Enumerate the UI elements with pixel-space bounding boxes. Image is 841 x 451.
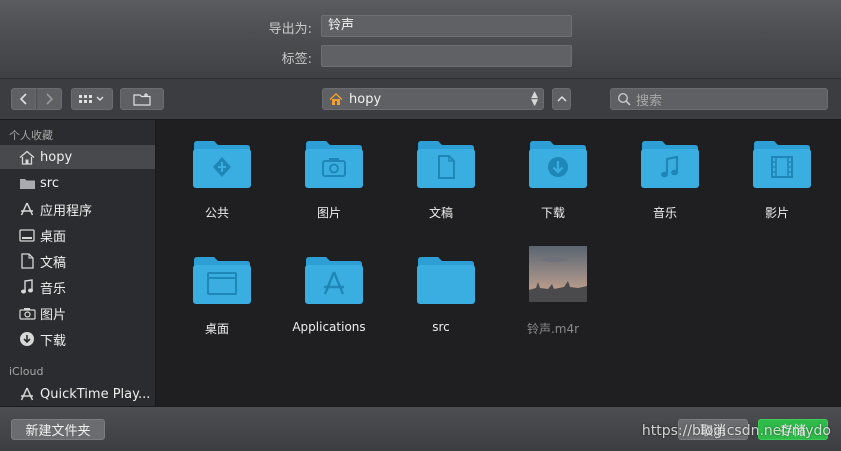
- music-folder-icon: [641, 141, 699, 188]
- sidebar-item-music[interactable]: 音乐: [0, 275, 155, 299]
- sidebar-item-desktop[interactable]: 桌面: [0, 223, 155, 247]
- search-placeholder: 搜索: [636, 93, 663, 109]
- chevron-up-icon: [556, 95, 567, 102]
- file-name: 音乐: [652, 206, 677, 220]
- file-item-desktop[interactable]: 桌面: [161, 240, 273, 340]
- file-name: src: [432, 320, 450, 334]
- sidebar: 个人收藏 hopy src 应用程序 桌面 文稿 音乐 图片 下载 iCloud…: [0, 120, 156, 406]
- camera-icon: [18, 304, 36, 322]
- sidebar-item-label: 文稿: [40, 255, 67, 271]
- file-name: 铃声.m4r: [526, 322, 580, 336]
- save-as-input[interactable]: 铃声: [321, 15, 572, 37]
- home-icon: [18, 148, 36, 166]
- sidebar-item-label: 图片: [40, 307, 67, 323]
- music-icon: [18, 278, 36, 296]
- tags-label: 标签:: [281, 52, 312, 67]
- sidebar-item-pictures[interactable]: 图片: [0, 301, 155, 325]
- watermark-text: https://blog.csdn.net/mydo: [641, 423, 831, 439]
- save-form-area: 导出为: 铃声 标签:: [0, 0, 841, 78]
- sidebar-item-label: 下载: [40, 333, 67, 349]
- image-thumbnail-icon: [529, 246, 587, 302]
- documents-folder-icon: [417, 141, 475, 188]
- location-popup[interactable]: hopy ▲ ▼: [322, 88, 544, 110]
- public-folder-icon: [193, 141, 251, 188]
- file-item-src[interactable]: src: [385, 240, 497, 340]
- view-options-button[interactable]: [71, 88, 113, 110]
- bottom-bar: 新建文件夹 取消 存储 https://blog.csdn.net/mydo: [0, 406, 841, 451]
- applications-icon: [18, 200, 36, 218]
- sidebar-item-label: src: [40, 175, 59, 191]
- file-name: Applications: [292, 320, 366, 334]
- back-button[interactable]: [11, 88, 36, 110]
- applications-icon: [18, 385, 36, 403]
- sidebar-item-label: 桌面: [40, 229, 67, 245]
- new-folder-icon: [133, 93, 151, 106]
- sidebar-item-downloads[interactable]: 下载: [0, 327, 155, 351]
- file-grid: 公共 图片 文稿 下载 音乐 影片 桌面 Applications src 铃声…: [156, 120, 841, 406]
- save-as-row: 导出为: 铃声: [0, 15, 841, 37]
- save-dialog: 导出为: 铃声 标签: hopy ▲ ▼ 搜索 个人收藏 hopy src 应用…: [0, 0, 841, 451]
- tags-input[interactable]: [321, 45, 572, 67]
- file-item-downloads[interactable]: 下载: [497, 124, 609, 224]
- desktop-icon: [18, 226, 36, 244]
- sidebar-item-applications[interactable]: 应用程序: [0, 197, 155, 221]
- group-button[interactable]: [120, 88, 164, 110]
- file-item-applications[interactable]: Applications: [273, 240, 385, 340]
- file-item-ringtone: 铃声.m4r: [497, 240, 609, 340]
- sidebar-item-hopy[interactable]: hopy: [0, 145, 155, 169]
- file-name: 下载: [540, 206, 565, 220]
- favorites-header: 个人收藏: [9, 129, 53, 142]
- file-name: 影片: [764, 206, 789, 220]
- file-name: 桌面: [204, 322, 229, 336]
- icloud-header: iCloud: [9, 365, 44, 378]
- folder-icon: [18, 174, 36, 192]
- sidebar-item-label: hopy: [40, 149, 73, 165]
- folder-icon: [417, 257, 475, 304]
- downloads-folder-icon: [529, 141, 587, 188]
- file-name: 图片: [316, 206, 341, 220]
- sidebar-item-label: QuickTime Play...: [40, 386, 151, 402]
- sidebar-item-src[interactable]: src: [0, 171, 155, 195]
- sidebar-item-label: 音乐: [40, 281, 67, 297]
- movies-folder-icon: [753, 141, 811, 188]
- new-folder-button[interactable]: 新建文件夹: [11, 419, 105, 440]
- save-as-label: 导出为:: [268, 22, 312, 37]
- file-item-pictures[interactable]: 图片: [273, 124, 385, 224]
- sidebar-item-quicktime[interactable]: QuickTime Play...: [0, 382, 155, 406]
- updown-chevron-icon: ▲ ▼: [531, 90, 538, 108]
- home-icon: [329, 92, 343, 105]
- sidebar-item-documents[interactable]: 文稿: [0, 249, 155, 273]
- file-item-movies[interactable]: 影片: [721, 124, 833, 224]
- applications-folder-icon: [305, 257, 363, 304]
- download-icon: [18, 330, 36, 348]
- file-name: 文稿: [428, 206, 453, 220]
- collapse-button[interactable]: [552, 88, 571, 110]
- pictures-folder-icon: [305, 141, 363, 188]
- desktop-folder-icon: [193, 257, 251, 304]
- toolbar: hopy ▲ ▼ 搜索: [0, 78, 841, 120]
- file-item-documents[interactable]: 文稿: [385, 124, 497, 224]
- file-item-music[interactable]: 音乐: [609, 124, 721, 224]
- search-icon: [617, 92, 631, 106]
- location-label: hopy: [349, 91, 382, 107]
- sidebar-item-label: 应用程序: [40, 203, 93, 219]
- file-item-public[interactable]: 公共: [161, 124, 273, 224]
- file-name: 公共: [204, 206, 229, 220]
- forward-button[interactable]: [36, 88, 62, 110]
- document-icon: [18, 252, 36, 270]
- grid-view-icon: [79, 95, 104, 103]
- chevron-left-icon: [19, 93, 27, 105]
- search-field[interactable]: 搜索: [610, 88, 828, 110]
- chevron-right-icon: [46, 93, 54, 105]
- tags-row: 标签:: [0, 45, 841, 67]
